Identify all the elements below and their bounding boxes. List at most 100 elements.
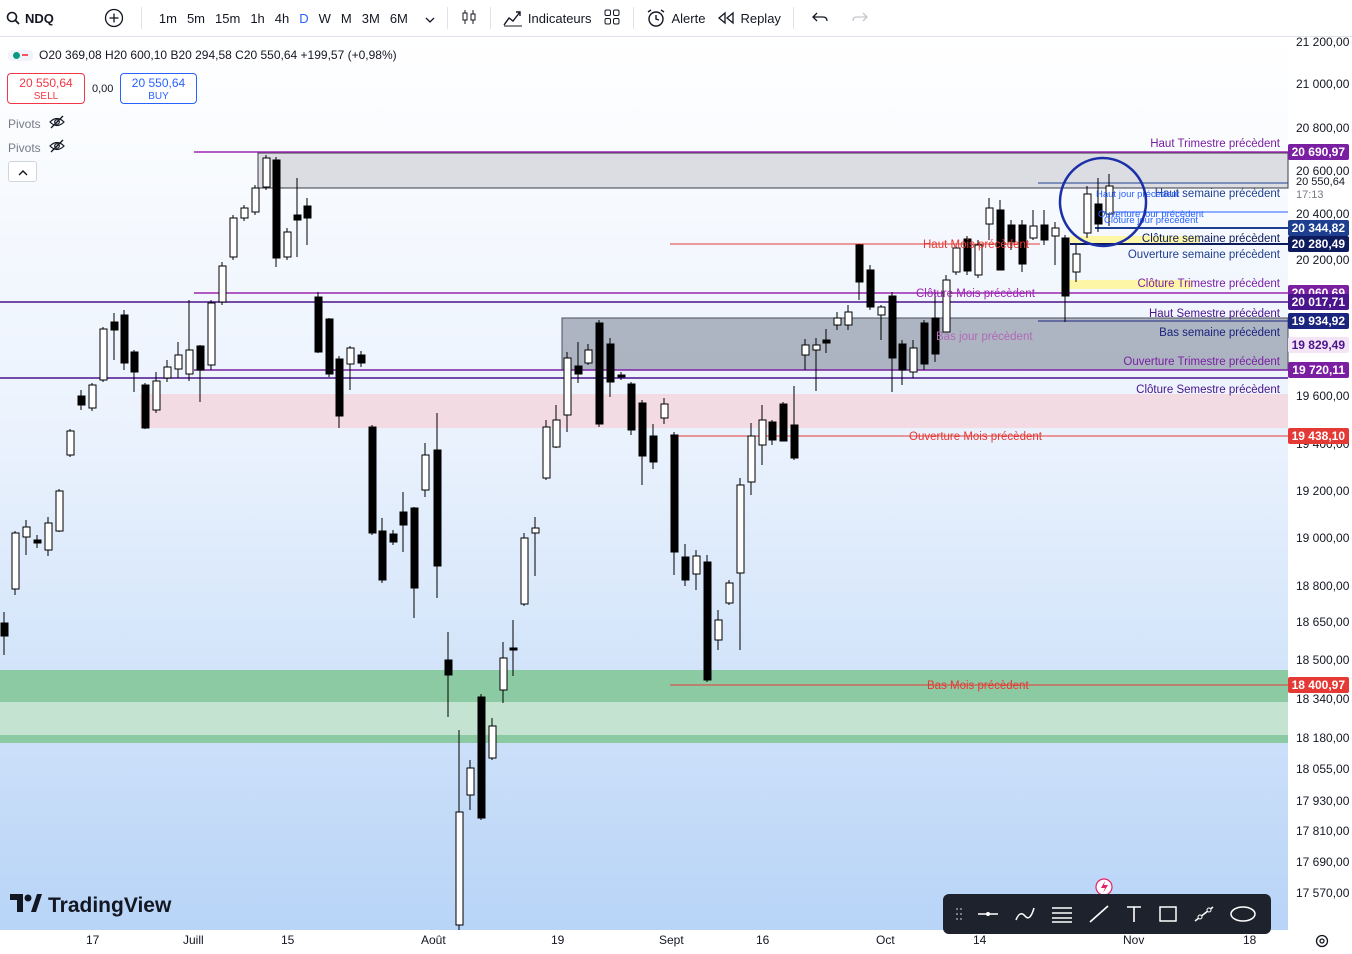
candle-bearish (77, 395, 86, 406)
timeframe-5m[interactable]: 5m (182, 11, 210, 26)
label-cloture-trimestre: Clôture Trimestre précèdent (1137, 278, 1280, 290)
support-zone-pink[interactable] (140, 394, 1288, 428)
price-axis-label: 18 800,00 (1296, 579, 1350, 593)
timeframe-3m[interactable]: 3M (357, 11, 385, 26)
compare-button[interactable] (98, 0, 135, 36)
replay-button[interactable]: Replay (711, 0, 786, 36)
redo-button[interactable] (840, 0, 880, 36)
drag-handle-icon[interactable] (955, 906, 963, 922)
demand-zone-green[interactable] (0, 670, 1288, 702)
candle-bearish (477, 696, 486, 819)
timeframe-1h[interactable]: 1h (245, 11, 269, 26)
timeframe-group: 1m 5m 15m 1h 4h D W M 3M 6M (148, 0, 419, 36)
label-haut-mois: Haut Mois précèdent (923, 239, 1030, 251)
timeframe-dropdown[interactable] (419, 0, 441, 36)
buy-button[interactable]: 20 550,64 BUY (120, 73, 197, 104)
price-axis-label: 18 650,00 (1296, 615, 1350, 629)
timeframe-1m[interactable]: 1m (154, 11, 182, 26)
candle-bullish (1083, 193, 1092, 234)
sell-price: 20 550,64 (19, 76, 73, 90)
horizontal-line-tool-icon[interactable] (976, 904, 1000, 924)
chevron-up-icon (18, 163, 28, 181)
candle-bullish (218, 265, 227, 303)
brush-tool-icon[interactable] (1013, 904, 1037, 924)
candle-bearish (888, 295, 897, 359)
price-axis-label: 18 180,00 (1296, 731, 1350, 745)
candle-bearish (606, 343, 615, 383)
indicators-label: Indicateurs (527, 10, 592, 26)
candle-bearish (357, 354, 366, 364)
ray-tool-icon[interactable] (1192, 904, 1216, 924)
separator (446, 7, 448, 29)
candle-bullish (207, 302, 216, 366)
candle-bearish (130, 351, 139, 373)
candle-bullish (692, 555, 701, 575)
timeframe-m[interactable]: M (336, 11, 357, 26)
alarm-clock-icon (646, 8, 666, 28)
candle-bearish (196, 345, 205, 371)
candle-bullish (185, 349, 194, 375)
eye-off-icon[interactable] (48, 115, 65, 132)
candle-bearish (120, 314, 129, 364)
candle-bullish (251, 187, 260, 213)
chart-area[interactable]: Haut Trimestre précèdent Haut semaine pr… (0, 37, 1352, 950)
collapse-legend-button[interactable] (8, 161, 37, 182)
timeframe-w[interactable]: W (314, 11, 336, 26)
timeframe-4h[interactable]: 4h (270, 11, 294, 26)
eye-off-icon[interactable] (48, 139, 65, 156)
candle-bearish (399, 511, 408, 526)
indicators-button[interactable]: Indicateurs (497, 0, 598, 36)
alert-button[interactable]: Alerte (640, 0, 711, 36)
symbol-search[interactable]: NDQ (0, 0, 60, 36)
alert-label: Alerte (671, 10, 706, 26)
candle-bearish (378, 530, 387, 581)
fib-tool-icon[interactable] (1050, 904, 1074, 924)
price-axis-label: 17 810,00 (1296, 824, 1350, 838)
candle-bullish (466, 767, 475, 796)
price-axis-label: 19 200,00 (1296, 484, 1350, 498)
ellipse-tool-icon[interactable] (1228, 904, 1258, 924)
candle-bullish (22, 526, 31, 538)
indicator-pivots-1[interactable]: Pivots (8, 115, 65, 132)
candle-bearish (410, 507, 419, 589)
time-axis-label: Oct (876, 933, 895, 947)
candle-bullish (88, 384, 97, 409)
candle-bullish (758, 419, 767, 446)
layouts-button[interactable] (597, 0, 627, 36)
candle-bearish (444, 659, 453, 676)
candle-bearish (303, 205, 312, 219)
trend-line-tool-icon[interactable] (1087, 904, 1111, 924)
text-tool-icon[interactable] (1124, 904, 1144, 924)
timeframe-6m[interactable]: 6M (385, 11, 413, 26)
candle-bullish (499, 657, 508, 691)
timeframe-15m[interactable]: 15m (210, 11, 245, 26)
visibility-toggle[interactable] (8, 49, 33, 61)
separator (140, 7, 142, 29)
time-axis-label: 19 (551, 933, 565, 947)
undo-button[interactable] (800, 0, 840, 36)
candle-bullish (563, 357, 572, 416)
candle-bearish (822, 339, 831, 344)
label-ouverture-trimestre: Ouverture Trimestre précèdent (1123, 356, 1280, 368)
candle-bearish (649, 435, 658, 463)
candle-bearish (368, 426, 377, 534)
demand-zone-green-edge[interactable] (0, 735, 1288, 743)
chart-settings-button[interactable] (1314, 933, 1330, 954)
candle-bullish (584, 349, 593, 364)
candle-bullish (55, 490, 64, 532)
chart-type-button[interactable] (454, 0, 484, 36)
candle-bullish (421, 454, 430, 491)
price-chart[interactable]: Haut Trimestre précèdent Haut semaine pr… (0, 37, 1352, 950)
indicator-pivots-2[interactable]: Pivots (8, 139, 65, 156)
sell-button[interactable]: 20 550,64 SELL (7, 73, 85, 104)
label-bas-jour: Bas jour précèdent (936, 331, 1033, 343)
tradingview-logo[interactable]: TradingView (10, 894, 171, 918)
demand-zone-green-light[interactable] (0, 702, 1288, 737)
price-axis-label: 17 930,00 (1296, 794, 1350, 808)
current-price: 20 550,64 (1296, 176, 1345, 188)
candle-bearish (920, 322, 929, 365)
label-ouverture-mois: Ouverture Mois précèdent (909, 431, 1043, 443)
timeframe-d[interactable]: D (294, 11, 313, 26)
rectangle-tool-icon[interactable] (1157, 904, 1179, 924)
candle-bullish (11, 532, 20, 590)
